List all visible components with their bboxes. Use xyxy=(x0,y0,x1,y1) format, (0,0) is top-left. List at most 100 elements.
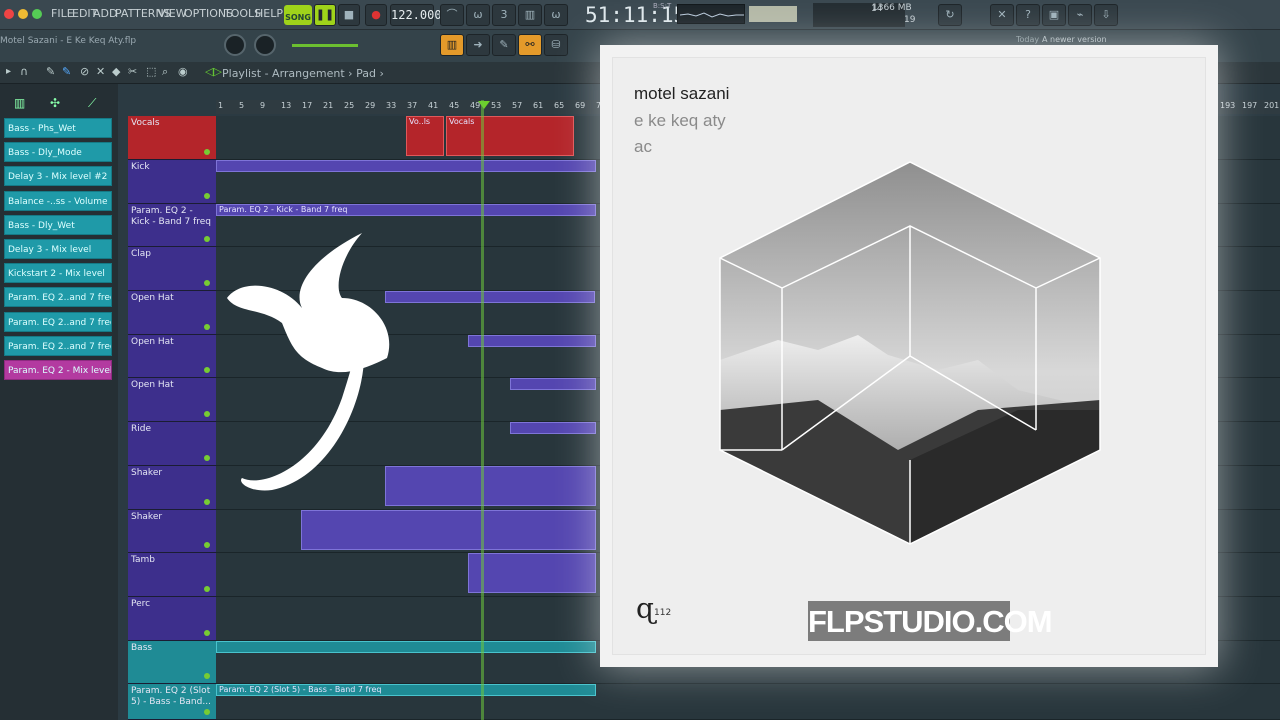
track-enable-led[interactable] xyxy=(204,709,210,715)
track-header[interactable]: Clap xyxy=(128,247,216,291)
track-header[interactable]: Param. EQ 2 (Slot 5) - Bass - Band... xyxy=(128,684,216,720)
playhead-marker-icon[interactable] xyxy=(478,101,490,109)
pattern-clip[interactable] xyxy=(216,160,596,172)
next-button[interactable]: ➜ xyxy=(466,34,490,56)
pattern-clip[interactable]: Vocals xyxy=(446,116,574,156)
wait-record-button[interactable]: ω xyxy=(466,4,490,26)
track-header[interactable]: Shaker xyxy=(128,510,216,553)
audio-picker-icon[interactable]: ✣ xyxy=(50,96,60,110)
browser-item[interactable]: Param. EQ 2..and 7 freq xyxy=(4,335,112,356)
browser-item[interactable]: Bass - Dly_Wet xyxy=(4,214,112,235)
browser-item[interactable]: Kickstart 2 - Mix level xyxy=(4,263,112,284)
stamp-button[interactable]: ⛁ xyxy=(544,34,568,56)
track-enable-led[interactable] xyxy=(204,324,210,330)
track-header[interactable]: Kick xyxy=(128,160,216,204)
breadcrumb-pattern[interactable]: Pad xyxy=(356,67,376,80)
track-enable-led[interactable] xyxy=(204,411,210,417)
slip-tool-icon[interactable]: ◆ xyxy=(112,65,120,78)
slice-tool-icon[interactable]: ✂ xyxy=(128,65,137,78)
master-level-slider[interactable] xyxy=(292,44,358,47)
track-header[interactable]: Bass xyxy=(128,641,216,684)
pattern-clip[interactable] xyxy=(301,510,596,550)
metronome-button[interactable]: ⌒ xyxy=(440,4,464,26)
master-pitch-knob[interactable] xyxy=(254,34,276,56)
browser-item[interactable]: Delay 3 - Mix level xyxy=(4,239,112,259)
track-enable-led[interactable] xyxy=(204,236,210,242)
track-enable-led[interactable] xyxy=(204,586,210,592)
menu-add[interactable]: ADD xyxy=(93,7,117,20)
pattern-clip[interactable] xyxy=(385,466,596,506)
master-volume-knob[interactable] xyxy=(224,34,246,56)
track-header[interactable]: Shaker xyxy=(128,466,216,510)
track-enable-led[interactable] xyxy=(204,499,210,505)
track-enable-led[interactable] xyxy=(204,542,210,548)
breadcrumb-playlist[interactable]: Playlist - Arrangement xyxy=(222,67,345,80)
track-header[interactable]: Open Hat xyxy=(128,378,216,422)
track-enable-led[interactable] xyxy=(204,280,210,286)
help-button[interactable]: ? xyxy=(1016,4,1040,26)
browser-item[interactable]: Param. EQ 2 - Mix level xyxy=(4,360,112,380)
arrow-right-icon[interactable]: ▸ xyxy=(6,66,11,77)
piano-roll-button[interactable]: ▥ xyxy=(440,34,464,56)
browser-item[interactable]: Param. EQ 2..and 7 freq xyxy=(4,287,112,308)
browser-item[interactable]: Bass - Phs_Wet xyxy=(4,118,112,138)
track-header[interactable]: Open Hat xyxy=(128,291,216,335)
stop-button[interactable]: ■ xyxy=(338,4,360,26)
mute-tool-icon[interactable]: ✕ xyxy=(96,65,105,78)
track-enable-led[interactable] xyxy=(204,149,210,155)
maximize-window-icon[interactable] xyxy=(32,9,42,19)
close-window-icon[interactable] xyxy=(4,9,14,19)
track-header[interactable]: Open Hat xyxy=(128,335,216,378)
track-enable-led[interactable] xyxy=(204,455,210,461)
track-enable-led[interactable] xyxy=(204,193,210,199)
track-enable-led[interactable] xyxy=(204,367,210,373)
record-button[interactable]: ● xyxy=(365,4,387,26)
browser-item[interactable]: Param. EQ 2..and 7 freq xyxy=(4,311,112,332)
tools-button[interactable]: ✕ xyxy=(990,4,1014,26)
blend-notes-button[interactable]: ω xyxy=(544,4,568,26)
pattern-clip[interactable]: Vo..ls xyxy=(406,116,444,156)
track-header[interactable]: Vocals xyxy=(128,116,216,160)
browser-item[interactable]: Delay 3 - Mix level #2 xyxy=(4,166,112,187)
paint-tool-icon[interactable]: ✎ xyxy=(62,65,71,78)
pattern-clip[interactable]: Param. EQ 2 (Slot 5) - Bass - Band 7 fre… xyxy=(216,684,596,696)
playlist-play-icon[interactable]: ◁▷ xyxy=(205,65,222,78)
draw-button[interactable]: ✎ xyxy=(492,34,516,56)
pattern-clip[interactable] xyxy=(385,291,595,303)
delete-tool-icon[interactable]: ⊘ xyxy=(80,65,89,78)
step-edit-button[interactable]: ▥ xyxy=(518,4,542,26)
track-header[interactable]: Tamb xyxy=(128,553,216,597)
track-enable-led[interactable] xyxy=(204,630,210,636)
pattern-picker-icon[interactable]: ▥ xyxy=(14,96,25,110)
browser-item[interactable]: Bass - Dly_Mode xyxy=(4,142,112,163)
zoom-tool-icon[interactable]: ⌕ xyxy=(162,65,168,79)
pattern-clip[interactable] xyxy=(468,335,596,347)
breadcrumb[interactable]: Playlist - Arrangement › Pad › xyxy=(222,67,384,80)
pattern-clip[interactable] xyxy=(510,422,596,434)
plugins-button[interactable]: ⌁ xyxy=(1068,4,1092,26)
automation-picker-icon[interactable]: ⟋ xyxy=(88,96,96,111)
countdown-button[interactable]: 3 xyxy=(492,4,516,26)
track-header[interactable]: Ride xyxy=(128,422,216,466)
track-header[interactable]: Perc xyxy=(128,597,216,641)
pencil-tool-icon[interactable]: ✎ xyxy=(46,65,55,78)
minimize-window-icon[interactable] xyxy=(18,9,28,19)
song-mode-button[interactable]: SONG xyxy=(284,5,312,25)
pattern-clip[interactable] xyxy=(510,378,596,390)
menu-help[interactable]: HELP xyxy=(255,7,283,20)
browser-item[interactable]: Balance -..ss - Volume xyxy=(4,190,112,211)
menu-file[interactable]: FILE xyxy=(51,7,74,20)
track-header[interactable]: Param. EQ 2 - Kick - Band 7 freq xyxy=(128,204,216,247)
news-text[interactable]: A newer version xyxy=(1042,35,1107,44)
magnet-icon[interactable]: ∩ xyxy=(20,65,28,78)
track-enable-led[interactable] xyxy=(204,673,210,679)
panic-button[interactable]: ↻ xyxy=(938,4,962,26)
menu-view[interactable]: VIEW xyxy=(158,7,187,20)
download-button[interactable]: ⇩ xyxy=(1094,4,1118,26)
playback-tool-icon[interactable]: ◉ xyxy=(178,65,188,78)
link-button[interactable]: ⚯ xyxy=(518,34,542,56)
tempo-display[interactable]: 122.000 xyxy=(390,4,442,26)
save-button[interactable]: ▣ xyxy=(1042,4,1066,26)
pattern-clip[interactable]: Param. EQ 2 - Kick - Band 7 freq xyxy=(216,204,596,216)
pattern-clip[interactable] xyxy=(216,641,596,653)
